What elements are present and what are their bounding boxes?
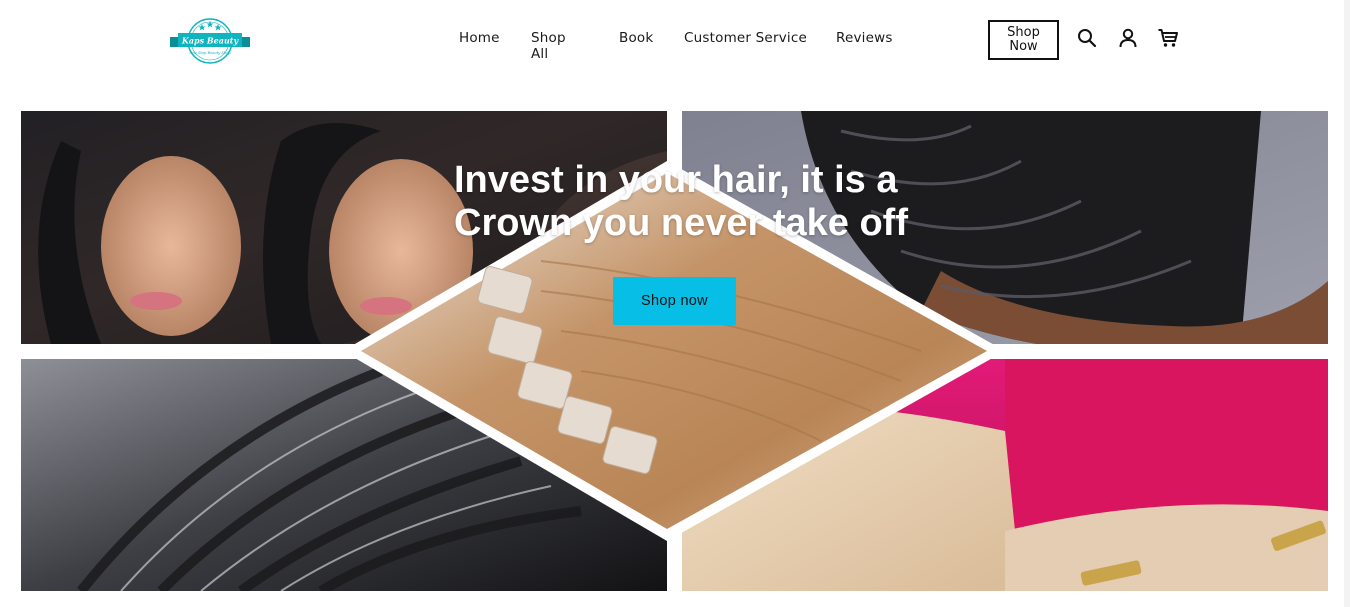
cart-icon[interactable] [1157, 27, 1179, 49]
nav-shop-all[interactable]: Shop All [531, 30, 566, 62]
svg-text:Kaps Beauty: Kaps Beauty [181, 36, 240, 46]
account-icon[interactable] [1117, 27, 1139, 49]
header-shop-now-button[interactable]: Shop Now [988, 20, 1059, 60]
hero-shop-now-button[interactable]: Shop now [613, 277, 736, 325]
hero-title: Invest in your hair, it is a Crown you n… [454, 159, 934, 245]
nav-customer-service[interactable]: Customer Service [684, 30, 807, 46]
search-icon[interactable] [1076, 27, 1098, 49]
nav-book[interactable]: Book [619, 30, 653, 46]
nav-reviews[interactable]: Reviews [836, 30, 893, 46]
nav-home[interactable]: Home [459, 30, 500, 46]
site-header: Kaps Beauty One Stop Beauty Shop Home Sh… [0, 0, 1350, 80]
shop-now-line2: Now [1009, 39, 1038, 54]
shop-now-line1: Shop [1007, 25, 1040, 40]
hero-title-line2: Crown you never take off [454, 202, 908, 244]
page-scrollbar[interactable] [1344, 0, 1350, 607]
brand-logo[interactable]: Kaps Beauty One Stop Beauty Shop [168, 15, 252, 67]
hero-banner: Invest in your hair, it is a Crown you n… [21, 111, 1328, 591]
svg-text:One Stop Beauty Shop: One Stop Beauty Shop [189, 51, 231, 55]
hero-title-line1: Invest in your hair, it is a [454, 159, 898, 201]
